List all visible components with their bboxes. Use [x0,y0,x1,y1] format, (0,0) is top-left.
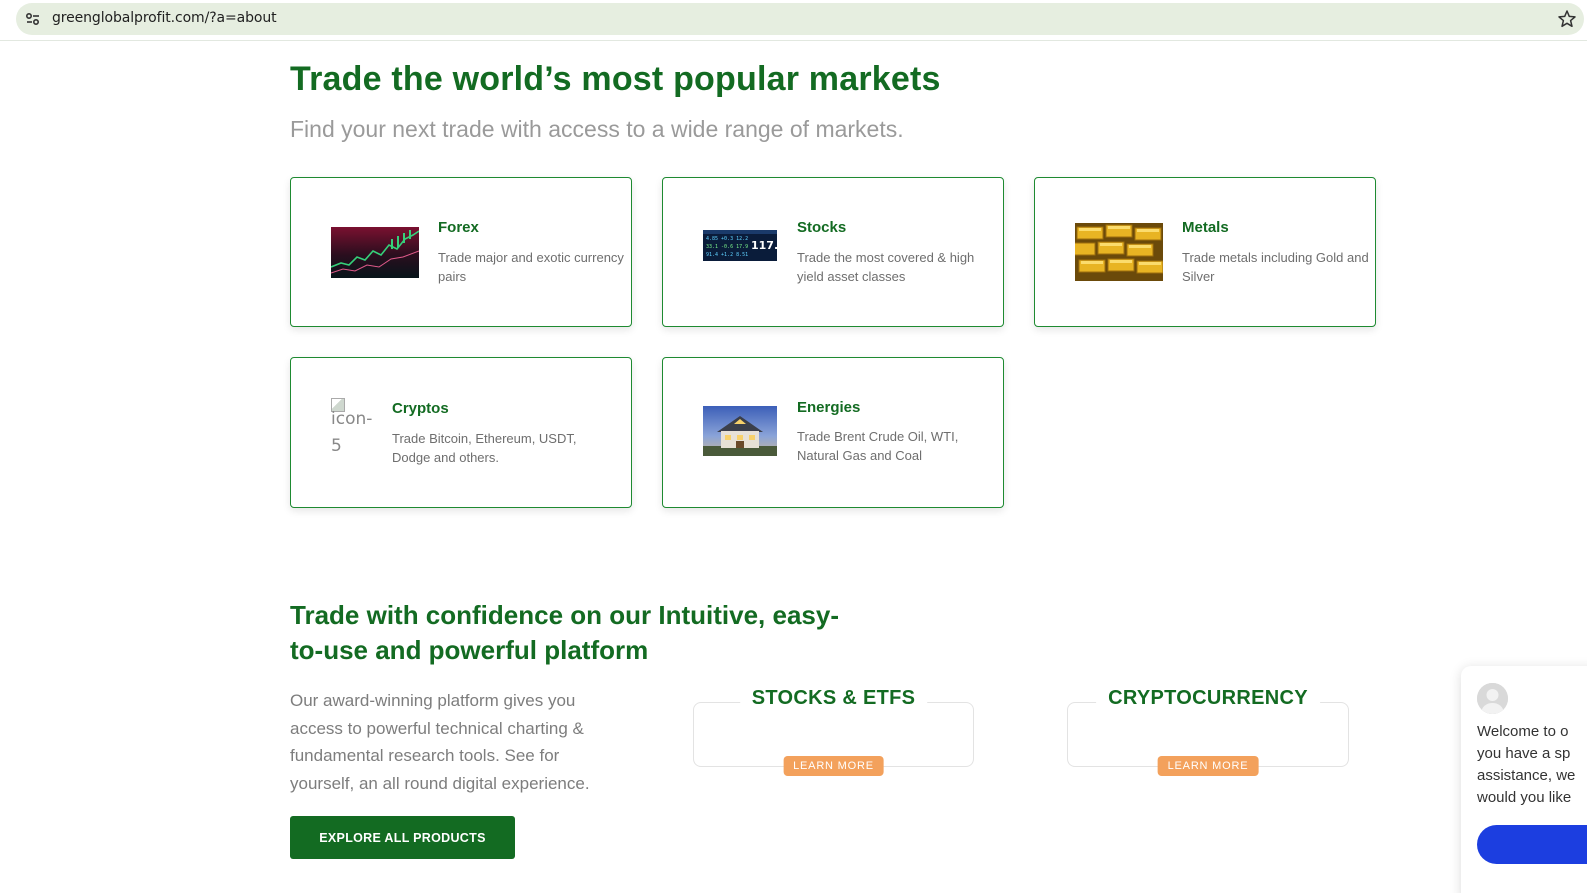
market-card-stocks[interactable]: 4.85 +0.3 12.2 33.1 -0.6 17.9 91.4 +1.2 … [662,177,1004,327]
product-box-stocks-etfs: STOCKS & ETFS LEARN MORE [693,687,974,776]
browser-toolbar: greenglobalprofit.com/?a=about [0,0,1587,41]
chat-line: you have a sp [1477,745,1571,762]
platform-heading: Trade with confidence on our Intuitive, … [290,600,839,665]
product-box-cryptocurrency: CRYPTOCURRENCY LEARN MORE [1067,687,1349,776]
market-card-cryptos[interactable]: icon- 5 Cryptos Trade Bitcoin, Ethereum,… [290,357,632,508]
stocks-image: 4.85 +0.3 12.2 33.1 -0.6 17.9 91.4 +1.2 … [703,230,777,261]
platform-description: Our award-winning platform gives you acc… [290,691,590,793]
energies-image [703,406,777,456]
learn-more-button[interactable]: LEARN MORE [783,756,884,776]
market-title: Stocks [797,219,847,236]
markets-heading: Trade the world’s most popular markets [290,60,941,98]
market-title: Energies [797,399,861,416]
forex-image [331,227,419,278]
market-card-energies[interactable]: Energies Trade Brent Crude Oil, WTI, Nat… [662,357,1004,508]
chat-welcome-message: Welcome to o you have a sp assistance, w… [1477,721,1587,809]
svg-text:4.85 +0.3 12.2: 4.85 +0.3 12.2 [706,236,748,242]
market-description: Trade major and exotic currency pairs [438,250,624,284]
market-description: Trade Brent Crude Oil, WTI, Natural Gas … [797,429,959,463]
bookmark-star-icon[interactable] [1556,8,1578,30]
chat-line: assistance, we [1477,767,1576,784]
market-title: Forex [438,219,479,236]
broken-image-icon: icon- 5 [331,398,373,460]
chat-line: Welcome to o [1477,723,1569,740]
market-title: Cryptos [392,400,449,417]
learn-more-button[interactable]: LEARN MORE [1157,756,1259,776]
svg-text:91.4 +1.2 8.51: 91.4 +1.2 8.51 [706,252,748,258]
market-description: Trade metals including Gold and Silver [1182,250,1369,284]
svg-text:117.23: 117.23 [751,239,777,252]
chat-widget[interactable]: Welcome to o you have a sp assistance, w… [1461,666,1587,893]
address-bar[interactable]: greenglobalprofit.com/?a=about [16,3,1584,35]
markets-subheading: Find your next trade with access to a wi… [290,116,904,142]
svg-text:33.1 -0.6 17.9: 33.1 -0.6 17.9 [706,244,748,250]
chat-avatar-icon [1477,683,1508,714]
market-card-forex[interactable]: Forex Trade major and exotic currency pa… [290,177,632,327]
market-title: Metals [1182,219,1229,236]
market-card-metals[interactable]: Metals Trade metals including Gold and S… [1034,177,1376,327]
product-title: STOCKS & ETFS [739,687,928,710]
market-description: Trade the most covered & high yield asse… [797,250,975,284]
metals-image [1075,223,1163,281]
chat-start-button[interactable] [1477,825,1587,864]
product-title: CRYPTOCURRENCY [1096,687,1320,710]
url-text[interactable]: greenglobalprofit.com/?a=about [52,10,277,26]
broken-image-alt-text: 5 [331,436,342,456]
market-description: Trade Bitcoin, Ethereum, USDT, Dodge and… [392,431,577,465]
explore-all-products-button[interactable]: EXPLORE ALL PRODUCTS [290,816,515,859]
site-settings-icon[interactable] [23,9,43,29]
chat-line: would you like [1477,789,1572,806]
broken-image-alt-text: icon- [331,409,373,429]
